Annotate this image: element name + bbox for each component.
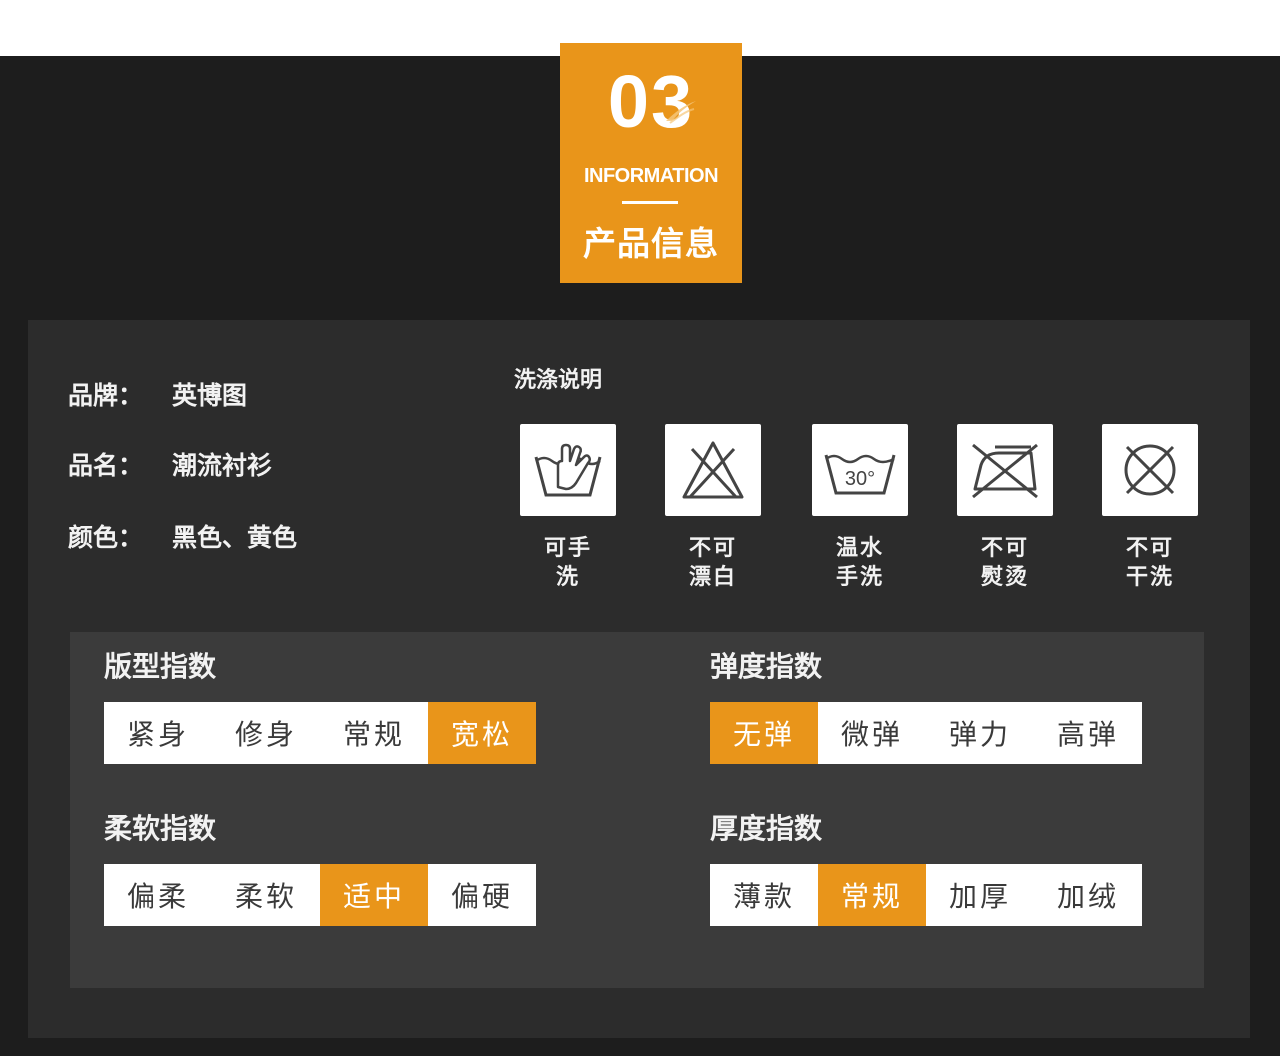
- wash-item-no-bleach: 不可漂白: [665, 424, 761, 592]
- wash-item-warm-hand-wash: 30° 温水手洗: [812, 424, 908, 592]
- index-title: 版型指数: [104, 650, 217, 683]
- thickness-index: 厚度指数 薄款 常规 加厚 加绒: [710, 808, 1142, 926]
- spec-color: 颜色： 黑色、黄色: [68, 518, 297, 554]
- wash-label: 温水手洗: [835, 536, 884, 590]
- index-option-selected: 无弹: [710, 702, 818, 764]
- no-dry-clean-icon: [1124, 444, 1176, 496]
- softness-index: 柔软指数 偏柔 柔软 适中 偏硬: [104, 808, 536, 926]
- index-option-selected: 常规: [818, 864, 926, 926]
- index-title: 弹度指数: [710, 650, 823, 683]
- wash-label: 可手洗: [543, 536, 592, 590]
- wash-title: 洗涤说明: [514, 368, 603, 393]
- index-option: 紧身: [126, 718, 189, 751]
- section-title: 产品信息: [583, 224, 719, 263]
- badge-divider: [622, 201, 678, 204]
- index-title: 柔软指数: [104, 812, 217, 845]
- wash-label: 不可熨烫: [980, 536, 1029, 590]
- wash-item-no-iron: 不可熨烫: [957, 424, 1053, 592]
- index-option: 加绒: [1056, 880, 1119, 913]
- wash-item-hand-wash: 可手洗: [520, 424, 616, 592]
- index-option: 修身: [234, 718, 297, 751]
- index-option-selected: 宽松: [428, 702, 536, 764]
- swoosh-icon: [666, 101, 696, 124]
- index-option: 常规: [342, 718, 405, 751]
- index-option: 弹力: [948, 718, 1011, 751]
- index-option: 加厚: [948, 880, 1011, 913]
- index-option: 高弹: [1056, 718, 1119, 751]
- no-bleach-icon: [682, 441, 744, 499]
- section-subtitle: INFORMATION: [583, 165, 719, 187]
- info-panel: 品牌： 英博图 品名： 潮流衬衫 颜色： 黑色、黄色 洗涤说明 可手洗 不可漂白: [28, 320, 1250, 1038]
- index-option: 柔软: [234, 880, 297, 913]
- wash-label: 不可漂白: [688, 536, 737, 590]
- spec-value: 黑色、黄色: [172, 523, 298, 552]
- index-option-selected: 适中: [320, 864, 428, 926]
- wash-30-icon: 30°: [824, 454, 896, 495]
- spec-value: 英博图: [172, 381, 248, 410]
- wash-temperature: 30°: [845, 468, 875, 490]
- index-option: 微弹: [840, 718, 903, 751]
- section-badge: 03 INFORMATION 产品信息: [560, 43, 742, 283]
- spec-name: 品名： 潮流衬衫: [68, 446, 272, 482]
- index-options: 无弹 微弹 弹力 高弹: [710, 702, 1142, 764]
- spec-brand: 品牌： 英博图: [68, 376, 247, 412]
- index-option: 薄款: [732, 880, 795, 913]
- spec-label: 颜色：: [68, 523, 144, 552]
- spec-value: 潮流衬衫: [172, 451, 273, 480]
- index-options: 薄款 常规 加厚 加绒: [710, 864, 1142, 926]
- index-options: 紧身 修身 常规 宽松: [104, 702, 536, 764]
- hand-wash-icon: [534, 443, 602, 497]
- spec-label: 品牌：: [68, 381, 144, 410]
- no-iron-icon: [972, 443, 1038, 499]
- index-box: 版型指数 紧身 修身 常规 宽松 弹度指数 无弹 微弹 弹力 高弹 柔软指数 偏…: [70, 632, 1204, 988]
- wash-item-no-dry-clean: 不可干洗: [1102, 424, 1198, 592]
- index-options: 偏柔 柔软 适中 偏硬: [104, 864, 536, 926]
- fit-index: 版型指数 紧身 修身 常规 宽松: [104, 646, 536, 764]
- wash-label: 不可干洗: [1125, 536, 1174, 590]
- index-title: 厚度指数: [710, 812, 823, 845]
- spec-label: 品名：: [68, 451, 144, 480]
- index-option: 偏柔: [126, 880, 189, 913]
- index-option: 偏硬: [450, 880, 513, 913]
- section-number: 03: [607, 60, 695, 143]
- elasticity-index: 弹度指数 无弹 微弹 弹力 高弹: [710, 646, 1142, 764]
